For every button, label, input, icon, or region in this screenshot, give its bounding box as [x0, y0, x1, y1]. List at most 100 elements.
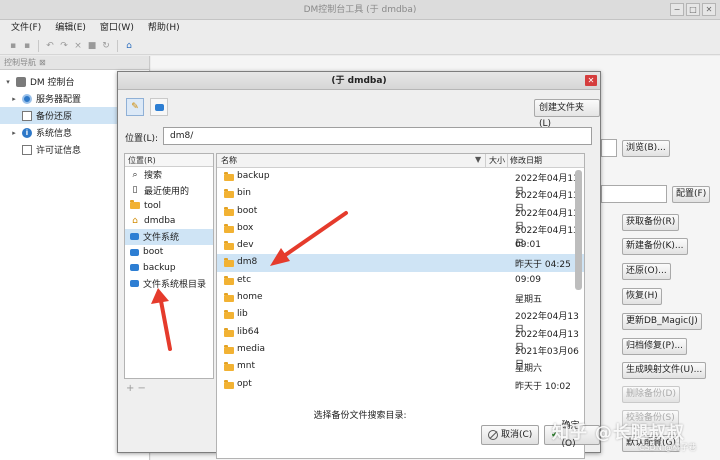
add-remove-place-controls[interactable]: + − — [126, 383, 146, 394]
dialog-title-bar: (于 dmdba) ✕ — [118, 72, 600, 90]
minimize-button[interactable]: − — [670, 3, 684, 16]
place-backup[interactable]: backup — [125, 260, 213, 276]
drive-icon — [130, 248, 139, 256]
file-row[interactable]: bin 2022年04月13日 — [217, 185, 584, 214]
file-modified: 星期六 — [515, 364, 543, 375]
file-row[interactable]: dev 09:01 — [217, 237, 584, 254]
delete-icon[interactable]: × — [73, 41, 83, 51]
backup-directory-field[interactable] — [601, 139, 617, 157]
places-list: 位置(R) ⌕ 搜索 ▯ 最近使用的 tool ⌂ dmdba 文件系统 boo… — [124, 153, 214, 379]
location-input[interactable]: dm8/ — [163, 127, 592, 145]
place-filesystem[interactable]: 文件系统 — [125, 229, 213, 245]
place-search[interactable]: ⌕ 搜索 — [125, 167, 213, 183]
dialog-close-button[interactable]: ✕ — [585, 75, 597, 86]
column-name[interactable]: 名称 — [221, 155, 237, 166]
redo-icon[interactable]: ↷ — [59, 41, 69, 51]
file-list-scrollbar[interactable] — [575, 170, 582, 290]
home-icon: ⌂ — [132, 216, 138, 227]
cancel-button[interactable]: 取消(C) — [481, 425, 540, 445]
stop-icon[interactable]: ■ — [87, 41, 97, 51]
file-row[interactable]: opt 昨天于 10:02 — [217, 376, 584, 393]
column-modified[interactable]: 修改日期 — [510, 155, 542, 166]
file-row[interactable]: backup 2022年04月13日 — [217, 168, 584, 197]
file-modified: 09:09 — [515, 274, 541, 285]
edit-location-button[interactable]: ✎ — [126, 98, 144, 116]
column-separator — [485, 154, 486, 168]
file-row[interactable]: dm8 昨天于 04:25 — [217, 254, 584, 272]
file-list-header: 名称 ▼ 大小 修改日期 — [217, 154, 584, 168]
file-row[interactable]: lib 2022年04月13日 — [217, 306, 584, 335]
expand-toggle-icon[interactable]: ▾ — [4, 78, 12, 86]
close-tab-icon[interactable]: ⊠ — [39, 58, 46, 67]
place-dmdba[interactable]: ⌂ dmdba — [125, 214, 213, 230]
file-row[interactable]: box 2022年04月13日 — [217, 220, 584, 249]
place-label: boot — [143, 247, 164, 258]
gear-icon — [22, 93, 32, 104]
save-icon[interactable]: ▪ — [8, 41, 18, 51]
new-backup-button[interactable]: 新建备份(K)... — [622, 238, 688, 255]
place-filesystem-root[interactable]: 文件系统根目录 — [125, 276, 213, 292]
expand-toggle-icon[interactable]: ▸ — [10, 129, 18, 137]
document-icon — [22, 144, 32, 155]
archive-repair-button[interactable]: 归档修复(P)... — [622, 338, 688, 355]
close-window-button[interactable]: ✕ — [702, 3, 716, 16]
folder-icon — [224, 206, 234, 216]
delete-backup-button[interactable]: 删除备份(D) — [622, 386, 680, 403]
restore-button[interactable]: 还原(O)... — [622, 263, 671, 280]
file-name: dev — [237, 240, 254, 251]
place-tool[interactable]: tool — [125, 198, 213, 214]
tree-item-label: DM 控制台 — [30, 78, 75, 88]
menu-edit[interactable]: 编辑(E) — [48, 20, 93, 37]
places-header: 位置(R) — [125, 154, 213, 167]
folder-icon — [224, 189, 234, 199]
browse-button[interactable]: 浏览(B)... — [622, 140, 670, 157]
file-name: home — [237, 292, 263, 303]
generate-mapping-button[interactable]: 生成映射文件(U)... — [622, 362, 707, 379]
undo-icon[interactable]: ↶ — [45, 41, 55, 51]
file-name: bin — [237, 188, 251, 199]
window-title-bar: DM控制台工具 (于 dmdba) − □ ✕ — [0, 0, 720, 20]
get-backup-button[interactable]: 获取备份(R) — [622, 214, 680, 231]
file-name: mnt — [237, 361, 255, 372]
place-label: backup — [143, 262, 176, 273]
config-button[interactable]: 配置(F) — [672, 186, 711, 203]
file-modified: 昨天于 10:02 — [515, 381, 571, 392]
file-row[interactable]: lib64 2022年04月13日 — [217, 324, 584, 353]
place-recent[interactable]: ▯ 最近使用的 — [125, 183, 213, 199]
recover-button[interactable]: 恢复(H) — [622, 288, 662, 305]
menu-file[interactable]: 文件(F) — [4, 20, 48, 37]
update-db-magic-button[interactable]: 更新DB_Magic(J) — [622, 313, 702, 330]
file-name: backup — [237, 171, 270, 181]
maximize-button[interactable]: □ — [686, 3, 700, 16]
file-name: lib64 — [237, 326, 260, 337]
expand-toggle-icon[interactable]: ▸ — [10, 95, 18, 103]
menu-bar: 文件(F) 编辑(E) 窗口(W) 帮助(H) — [0, 20, 720, 37]
watermark-sub: CSDN @橘子巷 — [639, 443, 697, 452]
folder-icon — [224, 327, 234, 337]
drive-icon — [154, 103, 164, 111]
sort-descending-icon[interactable]: ▼ — [475, 155, 481, 164]
home-icon[interactable]: ⌂ — [124, 41, 134, 51]
file-row[interactable]: mnt 星期六 — [217, 358, 584, 375]
file-row[interactable]: etc 09:09 — [217, 272, 584, 289]
navigation-tab[interactable]: 控制导航 ⊠ — [0, 56, 149, 70]
drive-path-button[interactable] — [150, 98, 168, 116]
menu-window[interactable]: 窗口(W) — [93, 20, 141, 37]
column-size[interactable]: 大小 — [489, 155, 505, 166]
file-name: boot — [237, 205, 258, 216]
file-row[interactable]: boot 2022年04月13日 — [217, 203, 584, 232]
place-boot[interactable]: boot — [125, 245, 213, 261]
drive-icon — [130, 279, 139, 287]
menu-help[interactable]: 帮助(H) — [141, 20, 187, 37]
pencil-icon: ✎ — [131, 102, 139, 112]
toolbar-separator — [117, 39, 118, 52]
save-all-icon[interactable]: ▪ — [22, 41, 32, 51]
create-folder-button[interactable]: 创建文件夹(L) — [534, 99, 600, 129]
place-label: 文件系统 — [143, 233, 180, 244]
tree-item-label: 许可证信息 — [36, 146, 82, 156]
config-field[interactable] — [601, 185, 667, 203]
file-row[interactable]: home 星期五 — [217, 289, 584, 306]
refresh-icon[interactable]: ↻ — [101, 41, 111, 51]
file-row[interactable]: media 2021年03月06日 — [217, 341, 584, 370]
toolbar-separator — [38, 39, 39, 52]
